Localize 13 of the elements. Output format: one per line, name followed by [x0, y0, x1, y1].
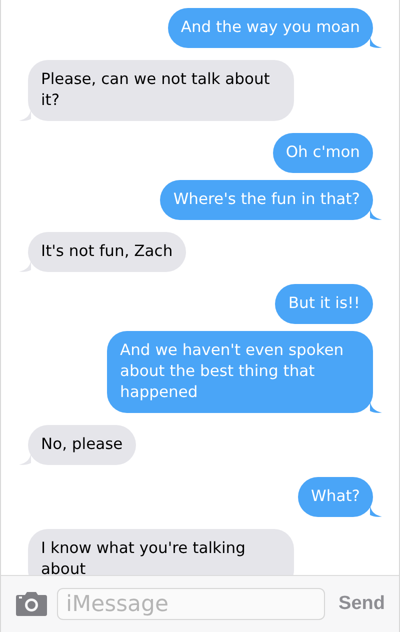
message-bubble: Please, can we not talk about it? [28, 60, 294, 121]
message-field[interactable]: iMessage [57, 588, 325, 620]
message-bubble: Oh c'mon [272, 133, 373, 173]
message-bubble: And we haven't even spoken about the best thing that happened [107, 331, 373, 413]
message-bubble: What? [298, 477, 373, 517]
message-bubble: It's not fun, Zach [28, 232, 186, 272]
message-bubble: But it is!! [275, 284, 373, 324]
message-bubble: And the way you moan [168, 8, 373, 48]
send-button[interactable]: Send [334, 593, 385, 615]
camera-icon[interactable] [16, 592, 47, 616]
message-bubble: No, please [28, 425, 136, 465]
message-bubble: Where's the fun in that? [160, 180, 373, 220]
message-bubble: I know what you're talking about [28, 529, 294, 575]
